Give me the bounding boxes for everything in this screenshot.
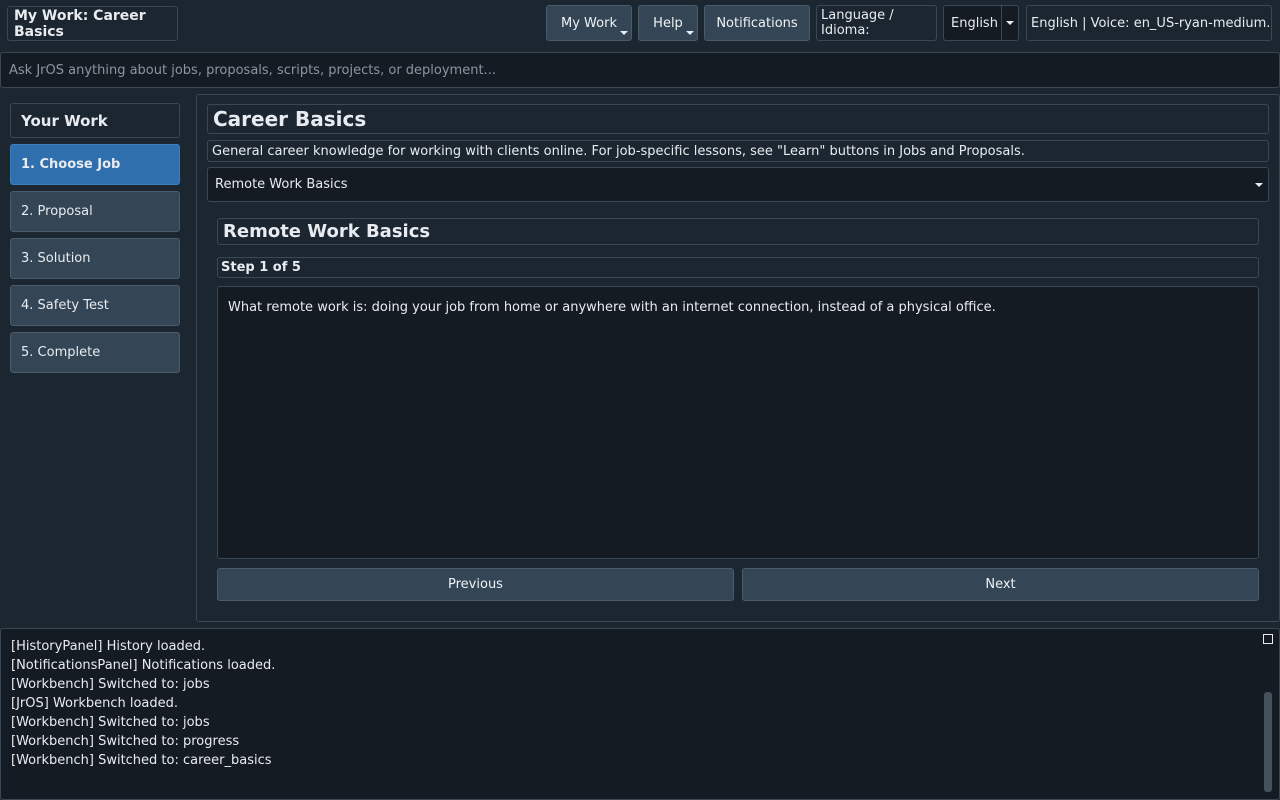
language-select-arrow[interactable] <box>1001 6 1018 40</box>
sidebar-step-choose-job[interactable]: 1. Choose Job <box>10 144 180 185</box>
page-description: General career knowledge for working wit… <box>207 140 1269 162</box>
log-line: [JrOS] Workbench loaded. <box>11 696 179 711</box>
sidebar-step-proposal[interactable]: 2. Proposal <box>10 191 180 232</box>
ask-jros-input[interactable] <box>0 52 1280 88</box>
log-line: [Workbench] Switched to: jobs <box>11 715 210 730</box>
chevron-down-icon <box>686 31 694 35</box>
previous-button[interactable]: Previous <box>217 568 734 601</box>
language-label: Language / Idioma: <box>816 5 937 41</box>
log-line: [HistoryPanel] History loaded. <box>11 639 206 654</box>
lesson-step-indicator: Step 1 of 5 <box>217 257 1259 278</box>
log-line: [NotificationsPanel] Notifications loade… <box>11 658 276 673</box>
topic-select-value: Remote Work Basics <box>215 177 348 192</box>
sidebar-step-solution[interactable]: 3. Solution <box>10 238 180 279</box>
log-expand-icon[interactable] <box>1263 634 1273 644</box>
app-title: My Work: Career Basics <box>7 6 178 41</box>
topic-select[interactable]: Remote Work Basics <box>207 167 1269 202</box>
voice-info-label: English | Voice: en_US-ryan-medium.onnx <box>1026 5 1272 41</box>
log-line: [Workbench] Switched to: career_basics <box>11 753 272 768</box>
next-button[interactable]: Next <box>742 568 1259 601</box>
log-line: [Workbench] Switched to: progress <box>11 734 240 749</box>
sidebar-title: Your Work <box>10 103 180 138</box>
chevron-down-icon <box>1006 21 1014 25</box>
my-work-menu-label: My Work <box>561 15 617 31</box>
lesson-content: What remote work is: doing your job from… <box>217 286 1259 559</box>
language-select[interactable]: English <box>943 5 1019 41</box>
page-title: Career Basics <box>207 104 1269 134</box>
help-menu-label: Help <box>653 15 683 31</box>
chevron-down-icon <box>620 31 628 35</box>
chevron-down-icon <box>1255 183 1263 187</box>
notifications-button[interactable]: Notifications <box>704 5 810 41</box>
sidebar-step-complete[interactable]: 5. Complete <box>10 332 180 373</box>
my-work-menu-button[interactable]: My Work <box>546 5 632 41</box>
log-line: [Workbench] Switched to: jobs <box>11 677 210 692</box>
help-menu-button[interactable]: Help <box>638 5 698 41</box>
language-select-value: English <box>951 15 998 31</box>
log-scrollbar-thumb[interactable] <box>1264 692 1272 792</box>
log-panel: [HistoryPanel] History loaded. [Notifica… <box>0 628 1280 800</box>
sidebar-step-safety-test[interactable]: 4. Safety Test <box>10 285 180 326</box>
lesson-title: Remote Work Basics <box>217 218 1259 245</box>
